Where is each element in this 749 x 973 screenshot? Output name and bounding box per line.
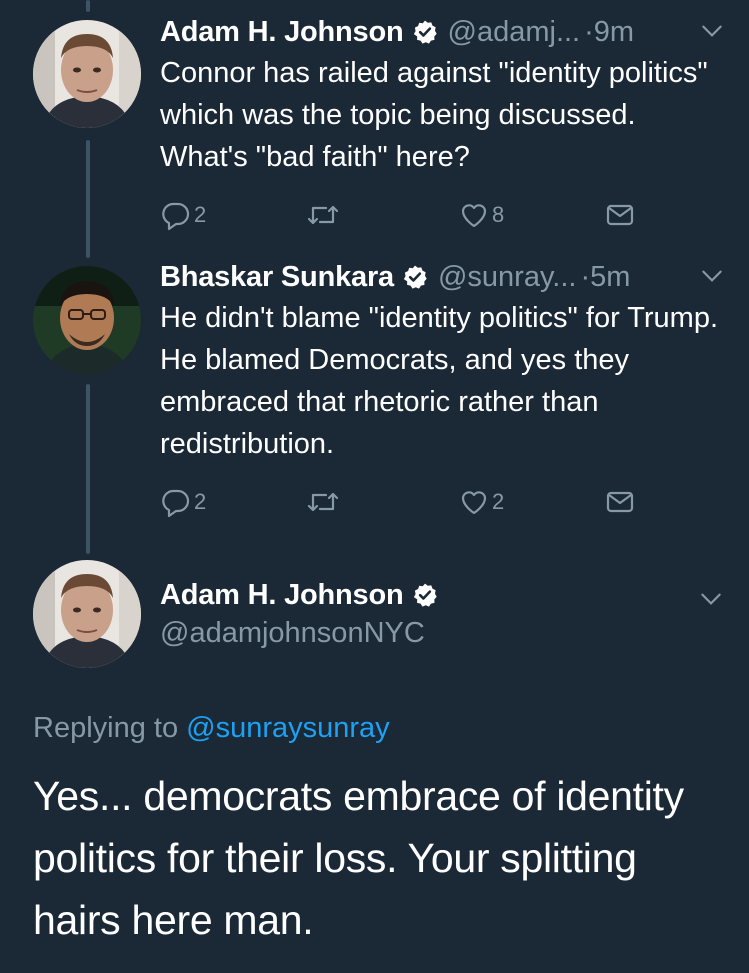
retweet-icon: [307, 205, 339, 225]
chevron-down-icon[interactable]: [698, 586, 724, 612]
reply-button[interactable]: 2: [160, 486, 206, 518]
handle[interactable]: @sunray...: [438, 261, 577, 294]
main-tweet-text: Yes... democrats embrace of identity pol…: [33, 773, 684, 943]
verified-icon: [403, 265, 427, 289]
handle[interactable]: @adamjohnsonNYC: [160, 617, 438, 650]
reply-count: 2: [194, 202, 207, 227]
tweet-header: Bhaskar Sunkara @sunray... ·5m: [160, 257, 725, 297]
chevron-down-icon[interactable]: [699, 18, 725, 44]
thread-line: [86, 0, 90, 12]
main-tweet-author[interactable]: Adam H. Johnson @adamjohnsonNYC: [160, 575, 438, 650]
display-name[interactable]: Bhaskar Sunkara: [160, 261, 394, 294]
message-icon: [606, 491, 634, 513]
thread-line: [86, 384, 90, 554]
tweet-header: Adam H. Johnson @adamj... ·9m: [160, 12, 725, 52]
retweet-icon: [307, 492, 339, 512]
thread-line: [86, 140, 90, 258]
message-icon: [606, 204, 634, 226]
timestamp[interactable]: ·9m: [584, 16, 634, 49]
replying-to: Replying to @sunraysunray: [33, 712, 390, 745]
tweet-text: Connor has railed against "identity poli…: [160, 57, 708, 173]
like-icon: [461, 491, 487, 515]
replying-label: Replying to: [33, 712, 179, 744]
tweet[interactable]: Bhaskar Sunkara @sunray... ·5m He didn't…: [160, 257, 725, 465]
like-icon: [461, 204, 487, 228]
replying-to-link[interactable]: @sunraysunray: [186, 712, 390, 744]
tweet-text: He didn't blame "identity politics" for …: [160, 302, 719, 460]
display-name[interactable]: Adam H. Johnson: [160, 579, 404, 612]
retweet-button[interactable]: [305, 199, 341, 231]
like-count: 8: [492, 202, 505, 227]
verified-icon: [413, 20, 437, 44]
tweet-actions: 2 2: [160, 486, 640, 522]
handle[interactable]: @adamj...: [448, 16, 581, 49]
tweet[interactable]: Adam H. Johnson @adamj... ·9m Connor has…: [160, 12, 725, 178]
display-name[interactable]: Adam H. Johnson: [160, 16, 404, 49]
tweet-actions: 2 8: [160, 199, 640, 235]
avatar[interactable]: [33, 560, 141, 668]
like-count: 2: [492, 489, 505, 514]
retweet-button[interactable]: [305, 486, 341, 518]
reply-button[interactable]: 2: [160, 199, 206, 231]
direct-message-button[interactable]: [604, 199, 636, 231]
avatar[interactable]: [33, 266, 141, 374]
verified-icon: [413, 583, 437, 607]
reply-icon: [162, 202, 190, 231]
like-button[interactable]: 2: [458, 486, 504, 518]
reply-count: 2: [194, 489, 207, 514]
reply-icon: [162, 489, 190, 518]
chevron-down-icon[interactable]: [699, 263, 725, 289]
like-button[interactable]: 8: [458, 199, 504, 231]
timestamp[interactable]: ·5m: [580, 261, 630, 294]
direct-message-button[interactable]: [604, 486, 636, 518]
avatar[interactable]: [33, 20, 141, 128]
